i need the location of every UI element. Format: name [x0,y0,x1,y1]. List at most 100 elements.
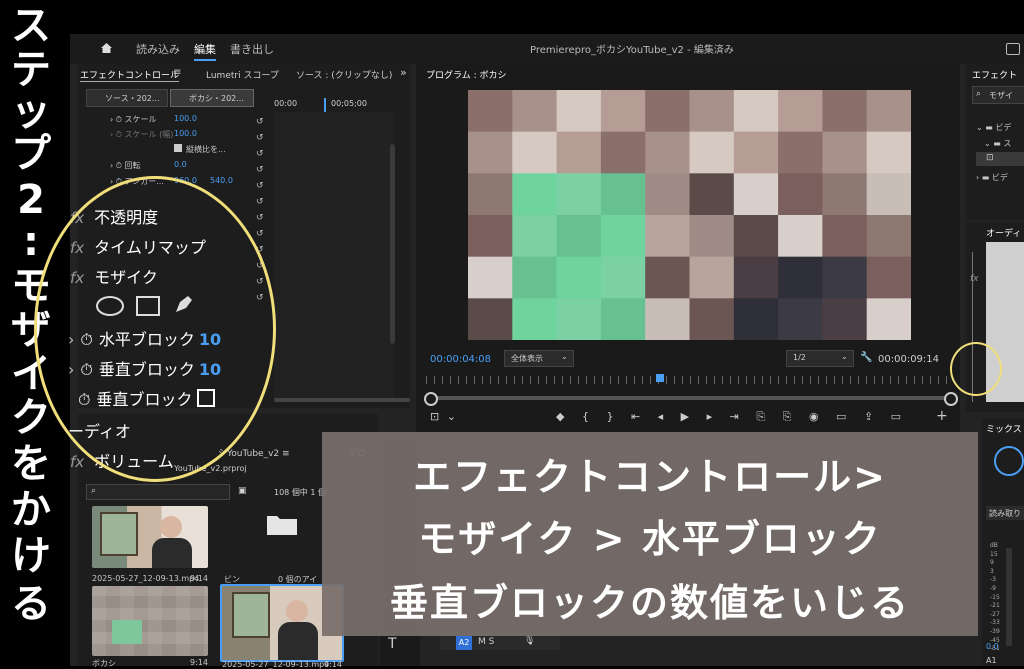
home-icon[interactable] [100,42,113,54]
tab-mixer[interactable]: ミックス [986,422,1022,435]
zoom-scroll[interactable] [274,398,410,402]
track-a2[interactable]: A2 [456,636,472,650]
mosaic-block [866,256,911,299]
person-face [160,516,182,538]
menu-export[interactable]: 書き出し [230,41,274,57]
banner-line-1: エフェクトコントロール> [413,455,887,499]
anchor-y[interactable]: 540.0 [210,176,233,185]
mosaic-block [866,90,911,133]
add-button-icon[interactable]: + [936,408,948,424]
painting [232,592,270,638]
mosaic-block [468,215,513,258]
checkbox-icon[interactable] [174,144,182,152]
mosaic-block [645,256,690,299]
menu-import[interactable]: 読み込み [136,41,180,57]
time-ruler[interactable] [426,376,952,384]
transport-controls[interactable]: ◆ { } ⇤ ◂ ▶ ▸ ⇥ ⎘ ⎘ ◉ ▭ ⇪ ▭ [556,410,901,424]
property-aspect: 縦横比を... [174,144,226,155]
mosaic-block [733,173,779,216]
mosaic-block [512,90,558,133]
stopwatch-icon[interactable]: › ⏱ [110,115,125,124]
project-search[interactable]: ⌕ [86,484,230,500]
mosaic-block [556,256,602,299]
mosaic-block [689,298,735,340]
new-bin-icon[interactable]: ▣ [238,486,247,496]
volume-fader[interactable] [1006,548,1012,646]
tree-item[interactable]: › ▬ ビデ [976,172,1008,183]
mosaic-block [600,173,646,216]
monitor-scrollbar[interactable] [430,396,950,400]
zoom-dropdown[interactable]: 全体表示 ⌄ [504,350,574,367]
caption-char: か [11,487,51,533]
clip-tab-bokashi[interactable]: ボカシ・202... [170,89,254,107]
mosaic-block [733,256,779,299]
highlight-circle-small [950,342,1002,396]
scale-value[interactable]: 100.0 [174,114,197,123]
mosaic-block [689,215,735,258]
effects-search[interactable]: ⌕ モザイ [972,86,1024,104]
scrollbar[interactable] [390,144,395,344]
more-tabs-icon[interactable]: » [400,66,407,79]
tree-item[interactable]: ⌄ ▬ ビデ [976,122,1011,133]
pan-knob[interactable] [994,446,1024,476]
rotation-value[interactable]: 0.0 [174,160,187,169]
caption-char: を [11,441,51,487]
mic-icon[interactable]: 🎙 [524,636,535,646]
bokashi-thumbnail[interactable] [92,586,208,656]
mosaic-block [512,173,558,216]
mosaic-block [822,173,868,216]
selected-effect[interactable]: ⊡ [976,152,1024,166]
menu-edit[interactable]: 編集 [194,41,216,61]
db-tick: dB [990,542,998,549]
mosaic-block [600,256,646,299]
current-timecode[interactable]: 00:00:04:08 [430,354,491,365]
read-dropdown[interactable]: 読み取り [986,506,1024,520]
mosaic-block [689,131,735,174]
tab-program[interactable]: プログラム : ボカシ [426,68,507,81]
stopwatch-icon[interactable]: › ⏱ [110,161,125,170]
folder-icon[interactable] [266,512,298,536]
quality-dropdown[interactable]: 1/2 ⌄ [786,350,854,367]
tab-lumetri[interactable]: Lumetri スコープ [206,68,279,81]
settings-icon[interactable]: ⊡ ⌄ [430,410,458,423]
mosaic-block [822,256,868,299]
scroll-handle-right[interactable] [944,392,958,406]
effects-panel: エフェクト ⌕ モザイ ⌄ ▬ ビデ ⌄ ▬ ス ⊡ › ▬ ビデ [966,64,1024,220]
menu-icon[interactable]: ≡ [173,67,181,78]
clip-duration: 9:14 [190,574,208,583]
stopwatch-icon[interactable]: › ⏱ [110,130,125,139]
time-mark: 00:00 [274,99,298,108]
type-tool-icon[interactable]: T [388,636,397,652]
scroll-handle-left[interactable] [424,392,438,406]
mosaic-block [778,90,823,133]
tree-item[interactable]: ⌄ ▬ ス [984,138,1011,149]
caption-char: る [11,581,51,627]
volume-value[interactable]: 0.0 [986,642,999,651]
tab-audio[interactable]: オーディ [986,226,1021,239]
mosaic-block [689,90,735,133]
playhead-marker[interactable] [656,374,664,382]
keyframe-area[interactable] [274,112,394,398]
mosaic-block [645,131,690,174]
tab-effects[interactable]: エフェクト [972,68,1017,81]
person-body [152,538,192,568]
workspace-icon[interactable] [1006,43,1020,55]
read-label: 読み取り [989,509,1021,518]
tab-effect-controls[interactable]: エフェクトコントロール [80,68,180,82]
search-text: モザイ [989,91,1013,100]
clip-duration: 9:14 [324,660,342,669]
mosaic-block [866,173,911,216]
tab-source[interactable]: ソース : (クリップなし) [296,68,392,81]
mosaic-video [468,90,911,340]
mosaic-block [468,131,513,174]
wrench-icon[interactable]: 🔧 [860,352,872,363]
scale-width-value[interactable]: 100.0 [174,129,197,138]
clip-thumbnail[interactable] [92,506,208,568]
db-tick: -27 [990,610,1000,618]
mosaic-block [512,131,558,174]
timeline-track-header: A2 M S 🎙 [440,634,560,650]
clip-tab-source[interactable]: ソース・202... [86,89,168,107]
mute-solo[interactable]: M S [478,637,494,647]
mosaic-block [778,256,823,299]
video-frame[interactable] [468,90,911,340]
